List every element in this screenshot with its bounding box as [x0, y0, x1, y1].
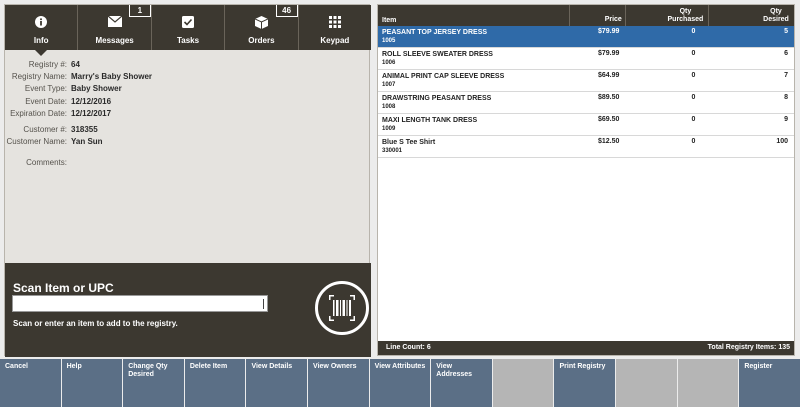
registry-details: Registry #: 64 Registry Name: Marry's Baby… [5, 58, 371, 168]
tab-info[interactable]: Info [5, 5, 79, 56]
item-qty-purchased: 0 [691, 72, 696, 79]
view-owners-button[interactable]: View Owners [308, 359, 369, 407]
scan-title: Scan Item or UPC [13, 281, 114, 295]
table-row[interactable]: DRAWSTRING PEASANT DRESS 1008 $89.50 0 8 [378, 92, 794, 114]
table-row[interactable]: ROLL SLEEVE SWEATER DRESS 1006 $79.99 0 6 [378, 48, 794, 70]
item-sku: 1006 [382, 60, 396, 66]
delete-item-button[interactable]: Delete Item [184, 359, 246, 407]
item-name: DRAWSTRING PEASANT DRESS [382, 95, 492, 102]
registry-name: Marry's Baby Shower [71, 71, 153, 81]
item-name: PEASANT TOP JERSEY DRESS [382, 29, 488, 36]
registry-info-panel: Info 1 Messages Tasks 46 Orders Keypad R… [4, 4, 371, 357]
info-icon [35, 16, 48, 28]
view-details-button[interactable]: View Details [246, 359, 308, 407]
item-qty-desired: 6 [784, 50, 788, 57]
comments-label: Comments: [26, 157, 67, 167]
empty-button-slot [616, 359, 677, 407]
table-row[interactable]: Blue S Tee Shirt 330001 $12.50 0 100 [378, 136, 794, 158]
total-registry-items: Total Registry Items: 135 [707, 344, 790, 351]
item-qty-desired: 9 [784, 116, 788, 123]
item-qty-purchased: 0 [691, 138, 696, 145]
registry-number: 64 [71, 59, 80, 69]
text-cursor [263, 299, 264, 309]
register-button[interactable]: Register [739, 359, 800, 407]
tab-orders[interactable]: 46 Orders [225, 5, 299, 50]
column-qty-purchased[interactable]: Qty Purchased [626, 5, 710, 26]
item-sku: 1007 [382, 82, 396, 88]
table-row[interactable]: PEASANT TOP JERSEY DRESS 1005 $79.99 0 5 [378, 26, 794, 48]
item-price: $79.99 [597, 50, 620, 57]
table-footer: Line Count: 6 Total Registry Items: 135 [378, 341, 794, 355]
tab-label: Info [33, 36, 49, 45]
tab-label: Orders [248, 36, 275, 45]
item-qty-desired: 100 [776, 138, 788, 145]
scan-input[interactable] [12, 295, 268, 312]
keypad-icon [328, 16, 341, 28]
item-qty-desired: 5 [784, 28, 788, 35]
item-name: Blue S Tee Shirt [382, 139, 436, 146]
registry-items-panel: Item Price Qty Purchased Qty Desired PEA… [377, 4, 795, 356]
tab-label: Messages [95, 36, 134, 45]
view-addresses-button[interactable]: View Addresses [431, 359, 492, 407]
event-type-label: Event Type: [24, 84, 67, 94]
line-count: Line Count: 6 [386, 344, 431, 351]
box-icon [254, 16, 268, 29]
barcode-icon [329, 295, 355, 321]
scan-barcode-button[interactable] [315, 281, 369, 335]
item-sku: 1005 [382, 38, 396, 44]
item-sku: 1009 [382, 126, 396, 132]
print-registry-button[interactable]: Print Registry [554, 359, 616, 407]
customer-number: 318355 [71, 125, 98, 135]
customer-name: Yan Sun [71, 137, 103, 147]
item-price: $64.99 [597, 72, 620, 79]
table-row[interactable]: ANIMAL PRINT CAP SLEEVE DRESS 1007 $64.99… [378, 70, 794, 92]
customer-name-label: Customer Name: [6, 137, 67, 147]
event-date: 12/12/2016 [71, 96, 112, 106]
item-sku: 330001 [382, 148, 403, 154]
envelope-icon [107, 16, 122, 27]
item-sku: 1008 [382, 104, 396, 110]
cancel-button[interactable]: Cancel [0, 359, 61, 407]
item-qty-purchased: 0 [691, 28, 696, 35]
item-qty-purchased: 0 [691, 116, 696, 123]
item-price: $69.50 [597, 116, 620, 123]
registry-number-label: Registry #: [28, 59, 67, 69]
event-type: Baby Shower [71, 84, 122, 94]
empty-button-slot [677, 359, 739, 407]
item-price: $12.50 [597, 138, 620, 145]
view-attributes-button[interactable]: View Attributes [369, 359, 431, 407]
action-toolbar: Cancel Help Change Qty Desired Delete It… [0, 359, 800, 407]
change-qty-desired-button[interactable]: Change Qty Desired [123, 359, 184, 407]
expiration-date-label: Expiration Date: [10, 108, 67, 118]
table-header: Item Price Qty Purchased Qty Desired [378, 5, 794, 26]
column-qty-desired[interactable]: Qty Desired [709, 5, 794, 26]
item-price: $79.99 [597, 28, 620, 35]
tab-keypad[interactable]: Keypad [299, 5, 371, 50]
tab-messages[interactable]: 1 Messages [78, 5, 152, 50]
tab-label: Keypad [320, 36, 350, 45]
item-name: ANIMAL PRINT CAP SLEEVE DRESS [382, 73, 505, 80]
expiration-date: 12/12/2017 [71, 108, 112, 118]
tab-label: Tasks [176, 36, 200, 45]
table-row[interactable]: MAXI LENGTH TANK DRESS 1009 $69.50 0 9 [378, 114, 794, 136]
column-item[interactable]: Item [378, 5, 571, 26]
item-name: MAXI LENGTH TANK DRESS [382, 117, 478, 124]
scan-help-text: Scan or enter an item to add to the regi… [13, 319, 178, 328]
help-button[interactable]: Help [61, 359, 123, 407]
checkbox-icon [182, 16, 195, 28]
empty-button-slot [492, 359, 554, 407]
nav-bar: Info 1 Messages Tasks 46 Orders Keypad [5, 5, 371, 56]
event-date-label: Event Date: [25, 96, 67, 106]
item-price: $89.50 [597, 94, 620, 101]
customer-number-label: Customer #: [23, 125, 67, 135]
item-name: ROLL SLEEVE SWEATER DRESS [382, 51, 493, 58]
item-qty-desired: 8 [784, 94, 788, 101]
column-price[interactable]: Price [570, 5, 626, 26]
item-qty-desired: 7 [784, 72, 788, 79]
tab-tasks[interactable]: Tasks [152, 5, 226, 50]
item-qty-purchased: 0 [691, 94, 696, 101]
registry-name-label: Registry Name: [11, 71, 67, 81]
item-qty-purchased: 0 [691, 50, 696, 57]
scan-section: Scan Item or UPC Scan or enter an item t… [5, 263, 371, 357]
